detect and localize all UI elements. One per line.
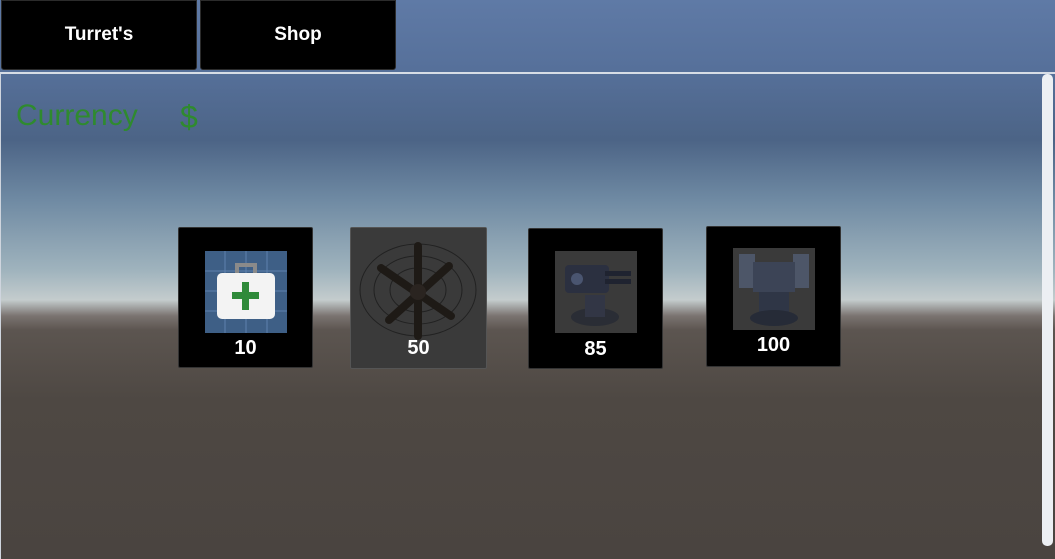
shop-item-heavy-turret[interactable]: 100 bbox=[706, 226, 841, 367]
shop-item-crossbar-turret[interactable]: 50 bbox=[350, 227, 487, 369]
item-price: 100 bbox=[756, 334, 791, 356]
crossbar-turret-icon bbox=[351, 228, 486, 340]
scrollbar[interactable] bbox=[1042, 74, 1053, 546]
medkit-icon bbox=[205, 251, 287, 333]
tab-shop[interactable]: Shop bbox=[200, 0, 396, 70]
tab-bar: Turret's Shop bbox=[0, 0, 1055, 72]
item-price: 10 bbox=[234, 337, 257, 359]
heavy-turret-icon bbox=[733, 248, 815, 330]
tab-turrets[interactable]: Turret's bbox=[1, 0, 197, 70]
item-price: 50 bbox=[407, 337, 430, 359]
shop-item-medkit[interactable]: 10 bbox=[178, 227, 313, 368]
shop-item-gatling-turret[interactable]: 85 bbox=[528, 228, 663, 369]
currency-label: Currency bbox=[16, 99, 138, 132]
item-price: 85 bbox=[584, 338, 607, 360]
currency-symbol: $ bbox=[180, 99, 198, 135]
gatling-turret-icon bbox=[555, 251, 637, 333]
